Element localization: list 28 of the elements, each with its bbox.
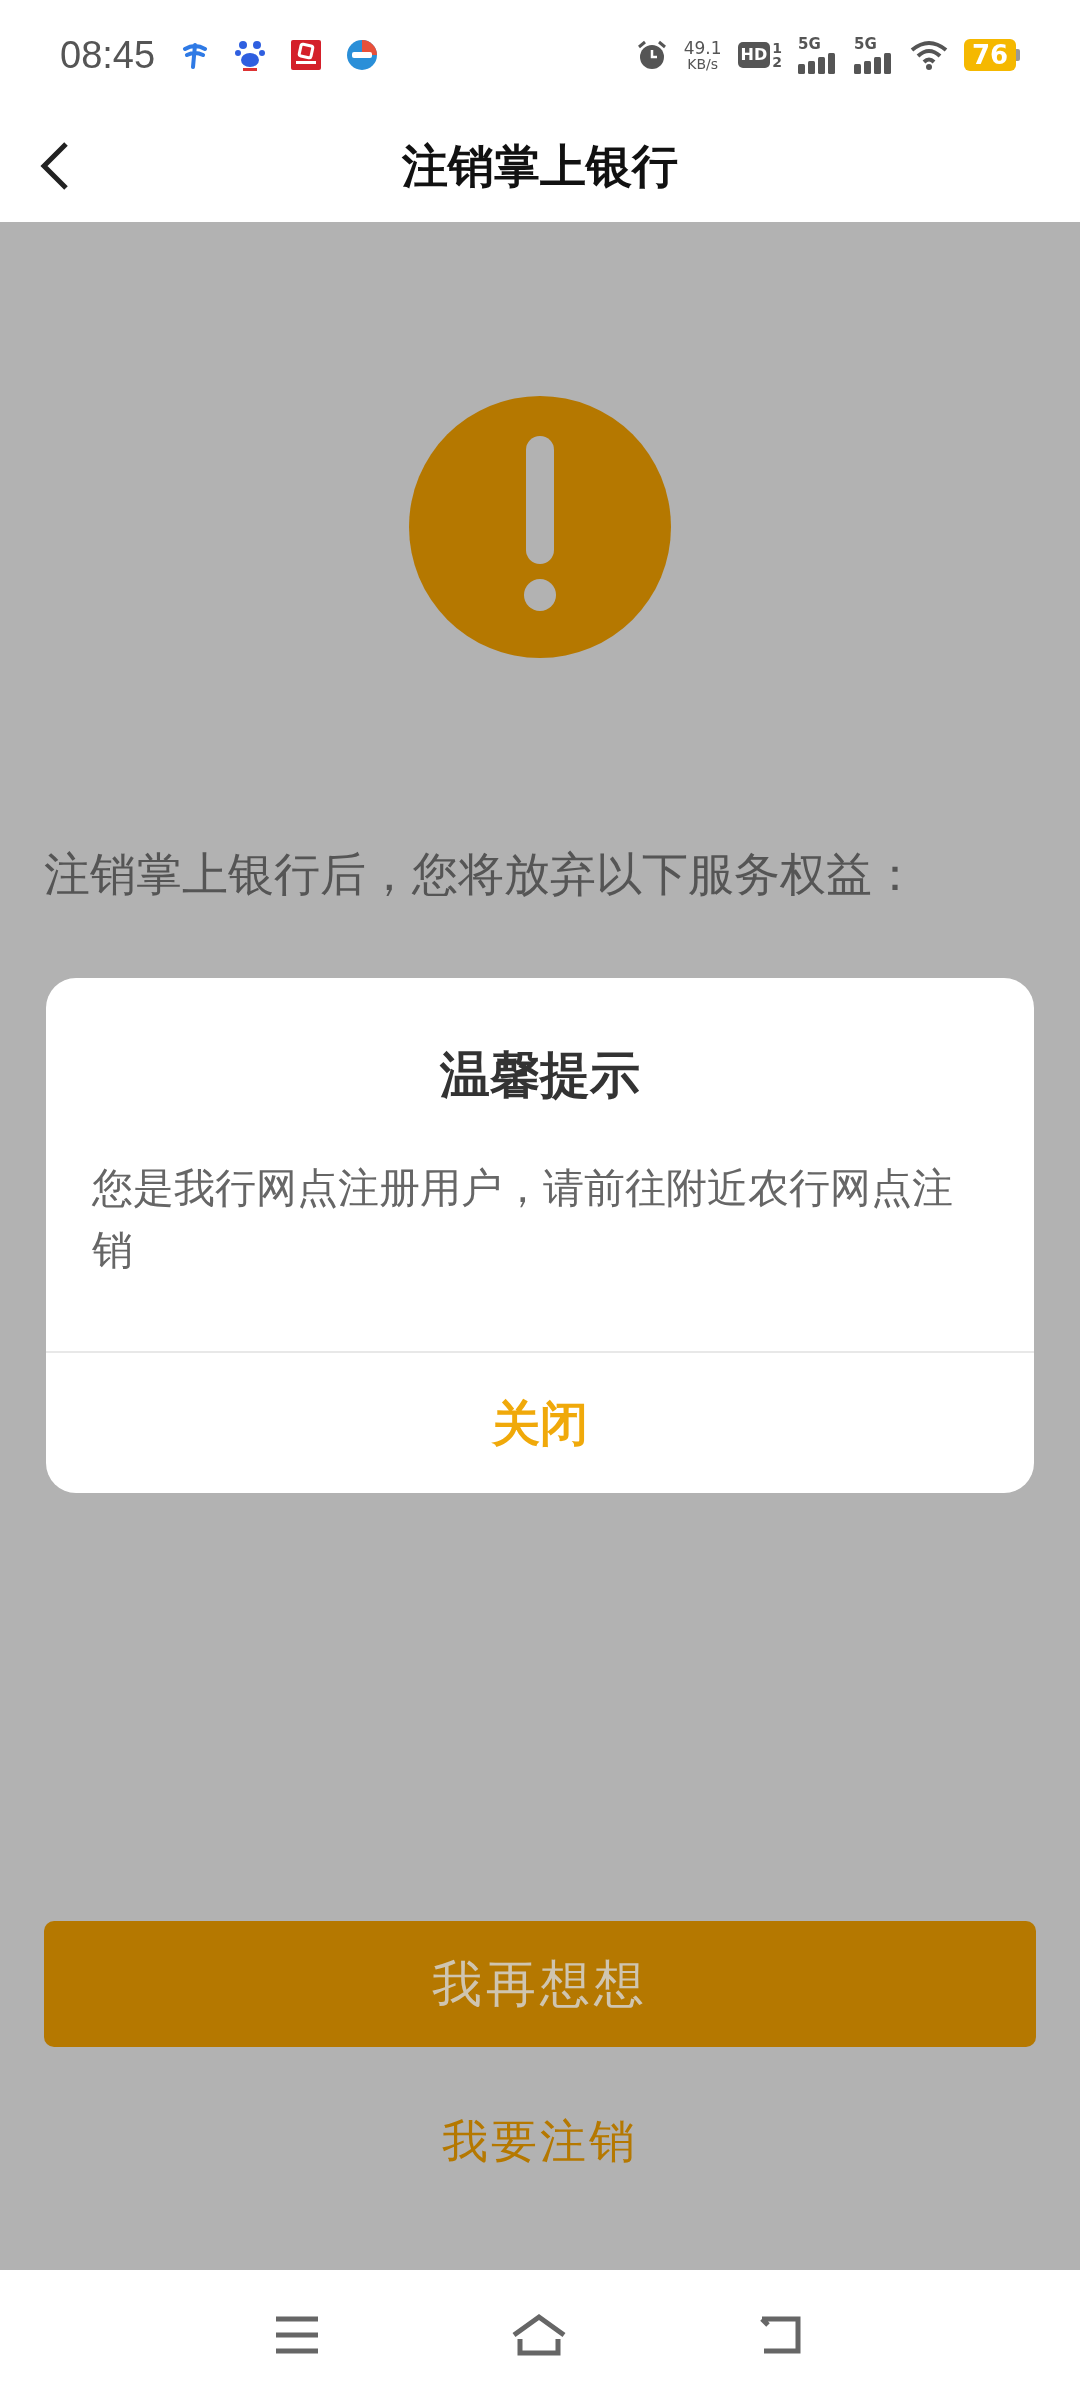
reconsider-button[interactable]: 我再想想 — [44, 1921, 1036, 2047]
intro-text: 注销掌上银行后，您将放弃以下服务权益： — [44, 846, 919, 903]
page-title: 注销掌上银行 — [402, 137, 678, 195]
telecom-app-icon — [181, 41, 210, 69]
speed-unit: KB/s — [687, 56, 719, 71]
signal-icon — [798, 51, 838, 74]
back-icon[interactable] — [40, 141, 70, 191]
signal-icon — [854, 51, 894, 74]
warning-icon — [409, 396, 671, 658]
hd-badge: HD — [737, 42, 771, 68]
paw-app-icon — [235, 39, 266, 71]
sim-two-label: 2 — [772, 55, 782, 69]
battery-level: 76 — [964, 39, 1016, 71]
sim-one-label: 1 — [772, 41, 782, 55]
close-button[interactable]: 关闭 — [46, 1353, 1034, 1493]
deregister-link[interactable]: 我要注销 — [442, 2107, 638, 2176]
alarm-icon — [635, 39, 668, 71]
menu-icon[interactable] — [274, 2315, 320, 2355]
home-icon[interactable] — [510, 2313, 568, 2357]
network-type: 5G — [854, 36, 877, 52]
dialog-message: 您是我行网点注册用户，请前往附近农行网点注销 — [91, 1163, 954, 1276]
clock-time: 08:45 — [60, 32, 156, 78]
network-type: 5G — [798, 36, 821, 52]
dialog-title: 温馨提示 — [440, 1045, 640, 1106]
network-speed: 49.1 — [683, 39, 722, 57]
square-app-icon — [291, 40, 322, 70]
smb-app-icon — [347, 40, 378, 70]
wifi-icon — [910, 40, 948, 70]
